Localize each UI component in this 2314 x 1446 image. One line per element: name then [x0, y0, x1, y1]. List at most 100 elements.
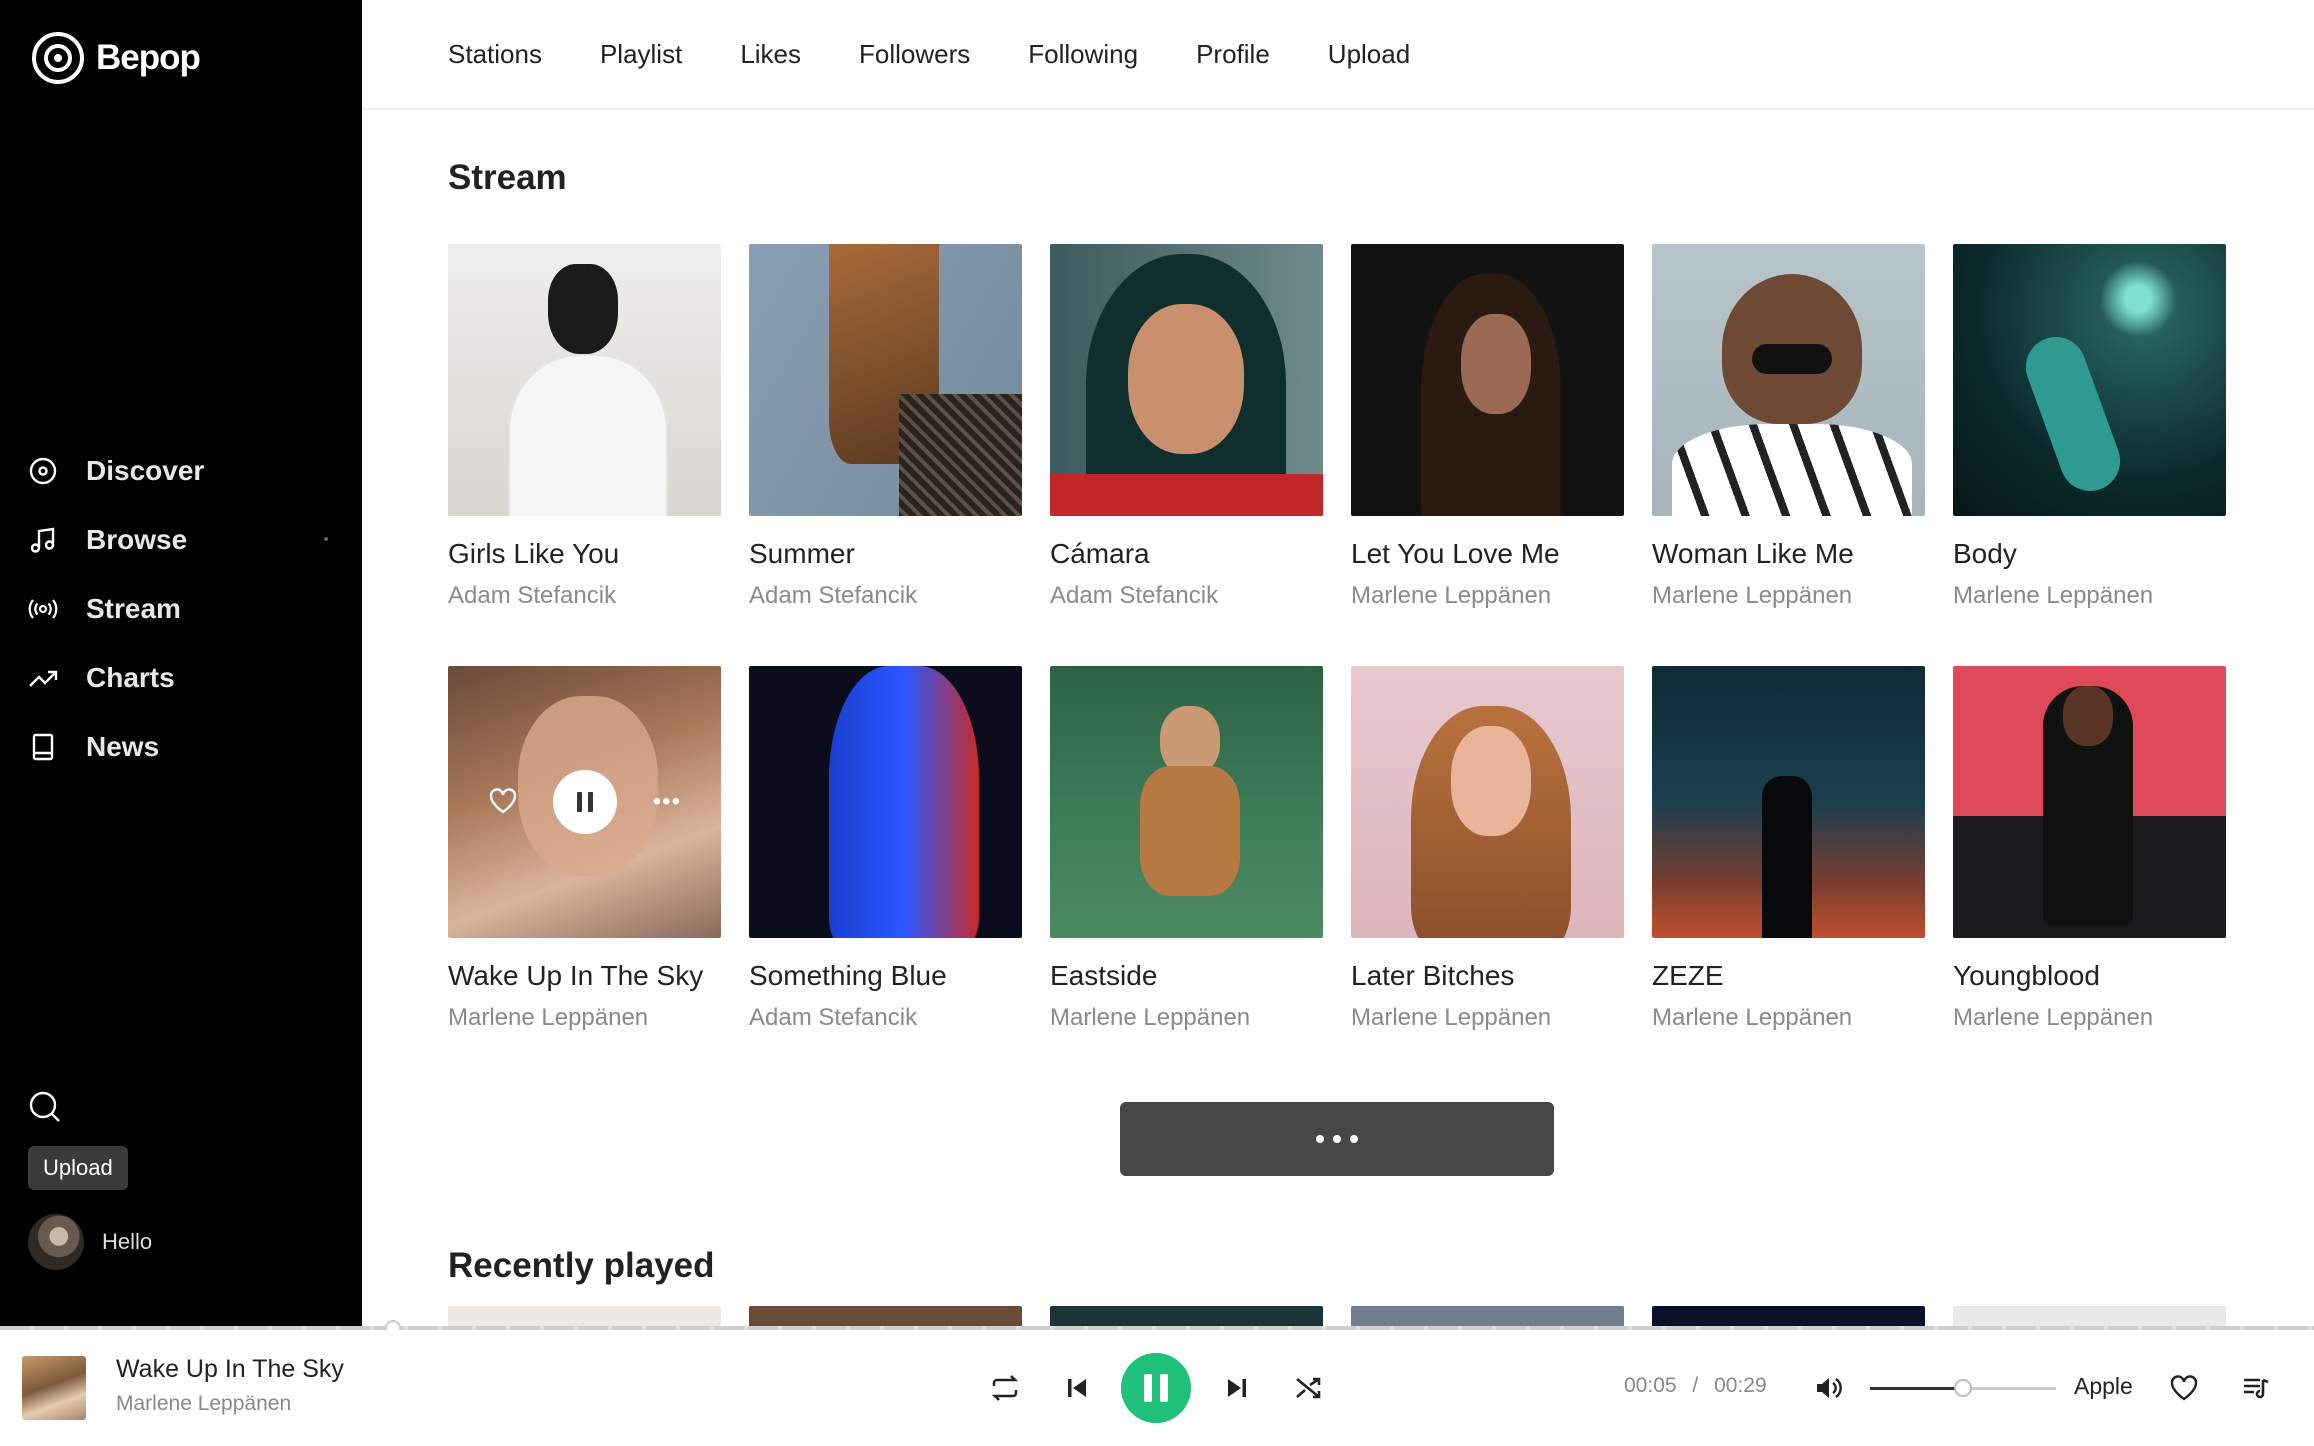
track-title[interactable]: Youngblood: [1953, 960, 2226, 992]
player-bar: Wake Up In The Sky Marlene Leppänen 00:0…: [0, 1330, 2314, 1446]
track-cover[interactable]: [749, 666, 1022, 938]
tab-stations[interactable]: Stations: [448, 39, 542, 70]
track-title[interactable]: Woman Like Me: [1652, 538, 1925, 570]
tab-likes[interactable]: Likes: [740, 39, 801, 70]
track-cover[interactable]: [1652, 666, 1925, 938]
previous-button[interactable]: [1062, 1330, 1092, 1446]
sidebar-nav: Discover Browse Stream Charts News: [28, 436, 338, 781]
like-button[interactable]: [2168, 1330, 2200, 1446]
sidebar-item-discover[interactable]: Discover: [28, 436, 338, 505]
music-note-icon: [28, 525, 58, 555]
track-cover[interactable]: [1953, 666, 2226, 938]
play-pause-button[interactable]: [1121, 1353, 1191, 1423]
hover-overlay: •••: [448, 666, 721, 938]
track-card[interactable]: Cámara Adam Stefancik: [1050, 244, 1323, 610]
tab-profile[interactable]: Profile: [1196, 39, 1270, 70]
track-card[interactable]: Girls Like You Adam Stefancik: [448, 244, 721, 610]
volume-slider[interactable]: [1870, 1379, 2056, 1397]
now-playing-cover[interactable]: [22, 1356, 86, 1420]
track-cover[interactable]: [448, 244, 721, 516]
track-title[interactable]: ZEZE: [1652, 960, 1925, 992]
avatar: [28, 1214, 84, 1270]
app-name: Bepop: [96, 38, 201, 77]
stream-grid: ••• Wake Up In The Sky Marlene Leppänen …: [448, 666, 2248, 1032]
track-card[interactable]: Woman Like Me Marlene Leppänen: [1652, 244, 1925, 610]
track-cover[interactable]: [1351, 244, 1624, 516]
track-title[interactable]: Body: [1953, 538, 2226, 570]
track-artist[interactable]: Marlene Leppänen: [1351, 582, 1624, 610]
search-icon[interactable]: [28, 1090, 62, 1124]
sidebar-item-stream[interactable]: Stream: [28, 574, 338, 643]
submenu-indicator: [324, 537, 328, 541]
track-title[interactable]: Wake Up In The Sky: [448, 960, 721, 992]
sidebar-item-label: Browse: [86, 523, 188, 555]
track-cover[interactable]: [1652, 244, 1925, 516]
tab-playlist[interactable]: Playlist: [600, 39, 682, 70]
now-playing-artist[interactable]: Marlene Leppänen: [116, 1392, 291, 1416]
track-artist[interactable]: Marlene Leppänen: [1953, 582, 2226, 610]
track-artist[interactable]: Adam Stefancik: [1050, 582, 1323, 610]
track-cover[interactable]: [1953, 244, 2226, 516]
track-cover[interactable]: [1050, 666, 1323, 938]
user-menu[interactable]: Hello: [28, 1214, 152, 1270]
track-artist[interactable]: Marlene Leppänen: [1953, 1004, 2226, 1032]
volume-icon: [1817, 1378, 1842, 1398]
track-card[interactable]: Youngblood Marlene Leppänen: [1953, 666, 2226, 1032]
track-title[interactable]: Later Bitches: [1351, 960, 1624, 992]
track-cover[interactable]: [749, 244, 1022, 516]
track-cover[interactable]: [1351, 666, 1624, 938]
track-title[interactable]: Something Blue: [749, 960, 1022, 992]
track-title[interactable]: Girls Like You: [448, 538, 721, 570]
track-cover[interactable]: •••: [448, 666, 721, 938]
top-nav: Stations Playlist Likes Followers Follow…: [362, 0, 2314, 110]
track-card[interactable]: Eastside Marlene Leppänen: [1050, 666, 1323, 1032]
track-card[interactable]: Later Bitches Marlene Leppänen: [1351, 666, 1624, 1032]
pause-button[interactable]: [553, 770, 618, 834]
track-artist[interactable]: Marlene Leppänen: [1050, 1004, 1323, 1032]
playback-time: 00:05 / 00:29: [1624, 1374, 1767, 1398]
time-separator: /: [1692, 1374, 1699, 1397]
output-device[interactable]: Apple: [2074, 1373, 2133, 1400]
tab-upload[interactable]: Upload: [1328, 39, 1410, 70]
track-title[interactable]: Eastside: [1050, 960, 1323, 992]
sidebar-item-charts[interactable]: Charts: [28, 643, 338, 712]
track-title[interactable]: Summer: [749, 538, 1022, 570]
volume-button[interactable]: [1812, 1330, 1846, 1446]
heart-icon: [2170, 1375, 2198, 1401]
track-artist[interactable]: Marlene Leppänen: [448, 1004, 721, 1032]
heart-icon[interactable]: [488, 787, 518, 817]
upload-button[interactable]: Upload: [28, 1146, 128, 1190]
shuffle-button[interactable]: [1292, 1330, 1324, 1446]
skip-next-icon: [1228, 1379, 1246, 1397]
load-more-button[interactable]: [1120, 1102, 1554, 1176]
track-card[interactable]: Let You Love Me Marlene Leppänen: [1351, 244, 1624, 610]
track-artist[interactable]: Adam Stefancik: [749, 582, 1022, 610]
repeat-button[interactable]: [988, 1330, 1022, 1446]
track-card[interactable]: Summer Adam Stefancik: [749, 244, 1022, 610]
user-greeting: Hello: [102, 1229, 153, 1254]
tab-following[interactable]: Following: [1028, 39, 1138, 70]
volume-handle[interactable]: [1954, 1379, 1972, 1397]
next-button[interactable]: [1222, 1330, 1252, 1446]
track-artist[interactable]: Marlene Leppänen: [1351, 1004, 1624, 1032]
queue-button[interactable]: [2240, 1330, 2272, 1446]
track-cover[interactable]: [1050, 244, 1323, 516]
track-artist[interactable]: Marlene Leppänen: [1652, 1004, 1925, 1032]
elapsed-time: 00:05: [1624, 1374, 1677, 1397]
track-artist[interactable]: Adam Stefancik: [448, 582, 721, 610]
more-options-icon[interactable]: •••: [653, 788, 681, 816]
sidebar-item-news[interactable]: News: [28, 712, 338, 781]
logo[interactable]: Bepop: [32, 32, 201, 84]
tab-followers[interactable]: Followers: [859, 39, 970, 70]
track-artist[interactable]: Adam Stefancik: [749, 1004, 1022, 1032]
track-title[interactable]: Cámara: [1050, 538, 1323, 570]
broadcast-icon: [28, 594, 58, 624]
now-playing-title[interactable]: Wake Up In The Sky: [116, 1355, 344, 1384]
track-card[interactable]: Body Marlene Leppänen: [1953, 244, 2226, 610]
track-title[interactable]: Let You Love Me: [1351, 538, 1624, 570]
track-artist[interactable]: Marlene Leppänen: [1652, 582, 1925, 610]
track-card[interactable]: ••• Wake Up In The Sky Marlene Leppänen: [448, 666, 721, 1032]
sidebar-item-browse[interactable]: Browse: [28, 505, 338, 574]
track-card[interactable]: ZEZE Marlene Leppänen: [1652, 666, 1925, 1032]
track-card[interactable]: Something Blue Adam Stefancik: [749, 666, 1022, 1032]
